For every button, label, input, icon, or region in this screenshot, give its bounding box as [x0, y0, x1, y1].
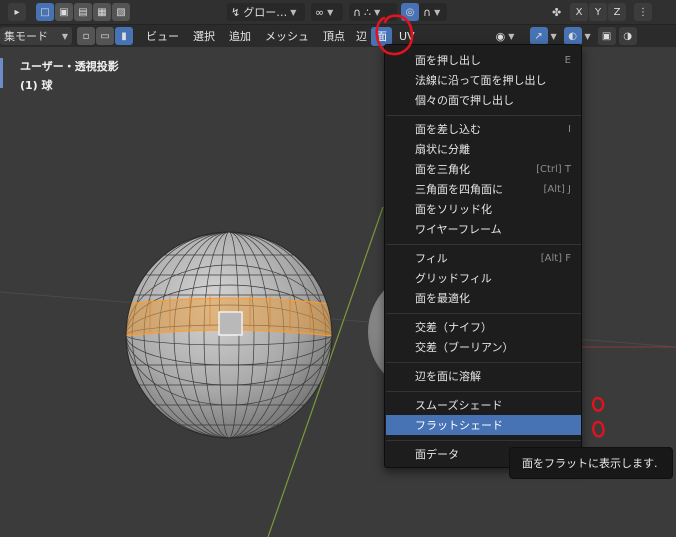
active-face: [218, 311, 243, 336]
sphere-1[interactable]: [125, 231, 333, 439]
pivot-dropdown[interactable]: ∞ ▼: [311, 3, 343, 21]
select-intersect-icon[interactable]: ▧: [112, 3, 130, 21]
edge-select-icon[interactable]: ▭: [96, 27, 114, 45]
menu-item-fill[interactable]: フィル [Alt] F: [386, 248, 581, 268]
menu-item-solidify[interactable]: 面をソリッド化: [386, 199, 581, 219]
orientation-icon: ↯: [231, 5, 241, 19]
select-invert-icon[interactable]: ▦: [93, 3, 111, 21]
chevron-down-icon: ▼: [327, 7, 334, 17]
menu-mesh[interactable]: メッシュ: [258, 27, 316, 46]
select-subtract-icon[interactable]: ▤: [74, 3, 92, 21]
visibility-dropdown[interactable]: ◉ ▼: [491, 27, 524, 45]
shading-icon[interactable]: ◑: [618, 27, 637, 45]
falloff-dropdown[interactable]: ∩ ▼: [419, 3, 447, 21]
chevron-down-icon: ▼: [374, 7, 381, 17]
menu-item-beautify[interactable]: 面を最適化: [386, 288, 581, 308]
axis-x-toggle[interactable]: X: [570, 3, 588, 21]
menu-edge[interactable]: 辺: [352, 27, 371, 46]
magnet-icon: ∩: [353, 5, 362, 19]
select-tool-icon[interactable]: ▸: [8, 3, 26, 21]
menu-view[interactable]: ビュー: [139, 27, 186, 46]
snap-target-icon: ∴: [364, 5, 372, 19]
menu-item-triangulate[interactable]: 面を三角化 [Ctrl] T: [386, 159, 581, 179]
menu-item-poke-faces[interactable]: 扇状に分離: [386, 139, 581, 159]
menu-separator: [386, 362, 581, 363]
mirror-icon[interactable]: ✤: [552, 6, 570, 19]
menu-separator: [386, 391, 581, 392]
select-new-icon[interactable]: □: [36, 3, 54, 21]
tool-settings-icon[interactable]: ⋮: [634, 3, 652, 21]
menu-separator: [386, 244, 581, 245]
chevron-down-icon: ▼: [290, 7, 297, 17]
menu-item-tris-to-quads[interactable]: 三角面を四角面に [Alt] J: [386, 179, 581, 199]
menu-add[interactable]: 追加: [222, 27, 258, 46]
select-mode-group: □ ▣ ▤ ▦ ▧: [36, 3, 130, 21]
menu-item-extrude-faces[interactable]: 面を押し出し E: [386, 50, 581, 70]
chevron-down-icon: ▼: [61, 31, 68, 41]
xray-icon[interactable]: ▣: [597, 27, 616, 45]
menu-separator: [386, 440, 581, 441]
axis-y-toggle[interactable]: Y: [589, 3, 607, 21]
menu-item-intersect-knife[interactable]: 交差（ナイフ）: [386, 317, 581, 337]
overlay-icon[interactable]: ◐: [563, 27, 582, 45]
chevron-down-icon[interactable]: ▼: [582, 32, 594, 41]
view-label: ユーザー・透視投影: [20, 60, 119, 73]
pivot-icon: ∞: [315, 5, 325, 19]
menu-item-weld-edges[interactable]: 辺を面に溶解: [386, 366, 581, 386]
mirror-axes-group: X Y Z: [570, 3, 626, 21]
menu-separator: [386, 313, 581, 314]
menu-item-inset-faces[interactable]: 面を差し込む I: [386, 119, 581, 139]
gizmo-icon[interactable]: ↗: [529, 27, 548, 45]
menu-item-grid-fill[interactable]: グリッドフィル: [386, 268, 581, 288]
menu-uv[interactable]: UV: [392, 27, 422, 46]
menu-item-shade-smooth[interactable]: スムーズシェード: [386, 395, 581, 415]
menu-vertex[interactable]: 頂点: [316, 27, 352, 46]
falloff-curve-icon: ∩: [423, 5, 432, 19]
eye-icon: ◉: [495, 29, 506, 43]
transform-orientation-dropdown[interactable]: ↯ グロー… ▼: [227, 3, 305, 21]
object-label: (1) 球: [20, 79, 53, 92]
header-toolbar: ▸ □ ▣ ▤ ▦ ▧ ↯ グロー… ▼ ∞ ▼ ∩ ∴ ▼ ◎ ∩ ▼ ✤ X…: [0, 0, 676, 24]
snap-dropdown[interactable]: ∩ ∴ ▼: [349, 3, 397, 21]
vertex-select-icon[interactable]: ▫: [77, 27, 95, 45]
chevron-down-icon: ▼: [508, 31, 515, 41]
tooltip: 面をフラットに表示します.: [509, 447, 673, 479]
select-extend-icon[interactable]: ▣: [55, 3, 73, 21]
menu-face[interactable]: 面: [371, 26, 392, 46]
select-type-group: ▫ ▭ ▮: [77, 27, 133, 45]
blender-window: ▸ □ ▣ ▤ ▦ ▧ ↯ グロー… ▼ ∞ ▼ ∩ ∴ ▼ ◎ ∩ ▼ ✤ X…: [0, 0, 676, 537]
menu-item-wireframe[interactable]: ワイヤーフレーム: [386, 219, 581, 239]
menu-item-extrude-along-normals[interactable]: 法線に沿って面を押し出し: [386, 70, 581, 90]
axis-z-toggle[interactable]: Z: [608, 3, 626, 21]
chevron-down-icon: ▼: [434, 7, 441, 17]
viewport-active-bar: [0, 58, 3, 88]
tooltip-text: 面をフラットに表示します.: [522, 457, 658, 470]
menu-item-intersect-boolean[interactable]: 交差（ブーリアン）: [386, 337, 581, 357]
mode-dropdown[interactable]: 集モード ▼: [0, 27, 72, 45]
chevron-down-icon[interactable]: ▼: [548, 32, 560, 41]
face-select-icon[interactable]: ▮: [115, 27, 133, 45]
menu-separator: [386, 115, 581, 116]
menu-item-shade-flat[interactable]: フラットシェード: [386, 415, 581, 435]
proportional-edit-icon[interactable]: ◎: [401, 3, 419, 21]
menu-select[interactable]: 選択: [186, 27, 222, 46]
menu-item-extrude-individual[interactable]: 個々の面で押し出し: [386, 90, 581, 110]
face-menu: 面を押し出し E 法線に沿って面を押し出し 個々の面で押し出し 面を差し込む I 扇…: [384, 44, 582, 468]
